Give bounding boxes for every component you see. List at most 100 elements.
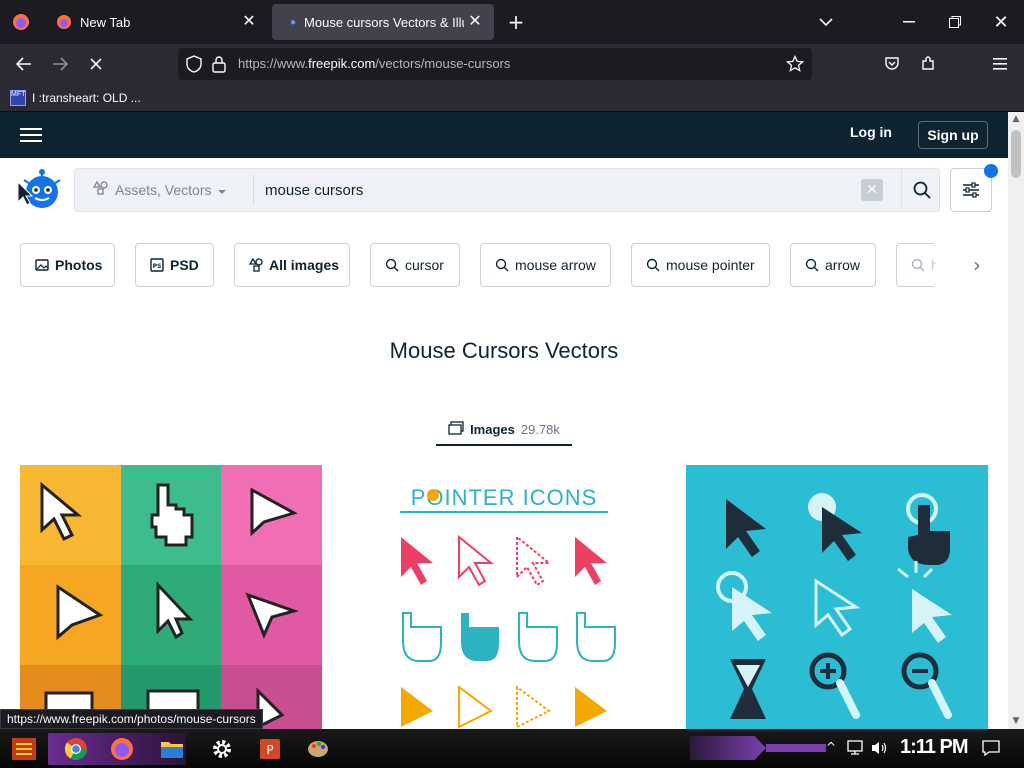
chip-label: mouse pointer	[666, 257, 755, 273]
app-menu-icon[interactable]	[984, 48, 1016, 80]
close-tab-icon[interactable]: ✕	[240, 13, 258, 31]
taskbar-decoration-bar	[766, 744, 826, 752]
shapes-icon	[249, 258, 263, 272]
url-text[interactable]: https://www.freepik.com/vectors/mouse-cu…	[238, 56, 510, 71]
chip-label: mouse arrow	[515, 257, 596, 273]
loading-dot-icon: ●	[290, 16, 297, 28]
image-card-pointer-icons[interactable]: POINTER ICONS	[353, 465, 655, 729]
image-card-colorful-cursors[interactable]	[20, 465, 322, 729]
list-tabs-chevron-icon[interactable]	[812, 8, 840, 36]
scroll-down-arrow-icon[interactable]: ▼	[1010, 716, 1022, 726]
network-icon[interactable]	[846, 740, 864, 760]
search-icon	[495, 258, 509, 272]
search-icon	[805, 258, 819, 272]
asset-type-dropdown[interactable]: Assets, Vectors	[92, 180, 227, 198]
chip-arrow[interactable]: arrow	[790, 243, 876, 287]
cursor-grid-illustration	[20, 465, 322, 729]
images-count: 29.78k	[520, 421, 560, 437]
images-tab-label: Images	[470, 421, 515, 437]
volume-icon[interactable]	[870, 740, 888, 760]
page-title: Mouse Cursors Vectors	[389, 338, 619, 363]
search-icon	[911, 258, 925, 272]
tab-mouse-cursors[interactable]: ● Mouse cursors Vectors & Illu ✕	[272, 4, 494, 40]
lock-icon[interactable]	[212, 55, 226, 77]
hamburger-menu-icon[interactable]	[20, 124, 42, 146]
pocket-icon[interactable]	[876, 48, 908, 80]
search-input[interactable]: mouse cursors	[265, 182, 363, 199]
chip-label: Photos	[55, 257, 103, 273]
url-bar[interactable]: https://www.freepik.com/vectors/mouse-cu…	[178, 48, 812, 80]
notifications-icon[interactable]	[982, 740, 1000, 760]
search-icon	[385, 258, 399, 272]
filter-notification-badge	[984, 164, 998, 178]
login-link[interactable]: Log in	[850, 124, 892, 146]
freepik-logo[interactable]	[17, 168, 62, 212]
bookmark-item[interactable]: MFT I :transheart: OLD ...	[10, 88, 141, 108]
bookmarks-toolbar: MFT I :transheart: OLD ...	[0, 84, 1024, 112]
settings-gear-icon[interactable]	[204, 733, 240, 765]
bookmark-star-icon[interactable]	[785, 54, 805, 77]
chip-mouse-pointer[interactable]: mouse pointer	[631, 243, 770, 287]
chip-mouse-arrow[interactable]: mouse arrow	[480, 243, 611, 287]
chip-all-images[interactable]: All images	[234, 243, 350, 287]
clear-search-icon[interactable]: ✕	[861, 179, 883, 201]
chips-next-chevron-icon[interactable]: ›	[966, 254, 988, 276]
status-link-preview: https://www.freepik.com/photos/mouse-cur…	[0, 709, 263, 729]
chrome-icon[interactable]	[58, 733, 94, 765]
url-prefix: https://www.	[238, 56, 309, 71]
stop-loading-button[interactable]	[80, 48, 112, 80]
minimize-window-button[interactable]	[886, 0, 932, 44]
svg-text:P: P	[266, 743, 273, 757]
forward-button[interactable]	[44, 48, 76, 80]
pointer-icons-illustration	[400, 489, 616, 729]
search-bar: Assets, Vectors mouse cursors ✕	[74, 168, 940, 212]
new-tab-button[interactable]: +	[502, 8, 530, 36]
restore-window-button[interactable]	[932, 0, 978, 44]
signup-button[interactable]: Sign up	[918, 121, 988, 149]
taskbar-decoration	[690, 736, 766, 760]
search-icon	[913, 181, 931, 199]
firefox-icon[interactable]	[0, 0, 42, 44]
tab-images[interactable]: Images 29.78k	[436, 414, 572, 446]
image-icon	[448, 420, 464, 438]
browser-nav-bar: https://www.freepik.com/vectors/mouse-cu…	[0, 44, 1024, 84]
sliders-icon	[963, 182, 979, 198]
search-button[interactable]	[901, 169, 941, 211]
chip-label: ha	[931, 257, 936, 273]
tab-new-tab[interactable]: New Tab ✕	[46, 4, 268, 40]
dark-cursor-illustration	[716, 493, 952, 719]
chip-label: cursor	[405, 257, 444, 273]
tab-label: Mouse cursors Vectors & Illu	[304, 14, 465, 30]
chip-label: PSD	[170, 257, 199, 273]
browser-tab-bar: New Tab ✕ ● Mouse cursors Vectors & Illu…	[0, 0, 1024, 44]
shield-icon[interactable]	[186, 55, 202, 77]
shapes-icon	[92, 180, 109, 198]
close-tab-icon[interactable]: ✕	[466, 13, 484, 31]
caret-down-icon	[217, 182, 227, 198]
extensions-icon[interactable]	[912, 48, 944, 80]
image-card-dark-cursors[interactable]	[686, 465, 988, 729]
paint-palette-icon[interactable]	[300, 733, 336, 765]
chip-hand-partial[interactable]: ha	[896, 243, 936, 287]
chip-cursor[interactable]: cursor	[370, 243, 460, 287]
chip-psd[interactable]: PS PSD	[135, 243, 214, 287]
scroll-up-arrow-icon[interactable]: ▲	[1010, 114, 1022, 124]
chip-photos[interactable]: Photos	[20, 243, 115, 287]
powerpoint-icon[interactable]: P	[252, 733, 288, 765]
search-icon	[646, 258, 660, 272]
firefox-taskbar-icon[interactable]	[104, 733, 140, 765]
tab-label: New Tab	[80, 14, 131, 30]
file-explorer-icon[interactable]	[154, 733, 190, 765]
page-scrollbar[interactable]	[1008, 112, 1024, 729]
start-button-icon[interactable]	[6, 733, 42, 765]
site-header: Log in Sign up	[0, 112, 1008, 158]
firefox-tab-icon	[56, 14, 72, 30]
back-button[interactable]	[8, 48, 40, 80]
close-window-button[interactable]: ✕	[978, 0, 1024, 44]
search-divider	[253, 175, 254, 205]
scrollbar-thumb[interactable]	[1011, 130, 1021, 178]
show-hidden-icons-icon[interactable]: ^	[826, 740, 836, 754]
bookmark-favicon: MFT	[10, 90, 26, 106]
url-host: freepik.com	[308, 56, 376, 71]
taskbar-clock[interactable]: 1:11 PM	[900, 736, 968, 759]
